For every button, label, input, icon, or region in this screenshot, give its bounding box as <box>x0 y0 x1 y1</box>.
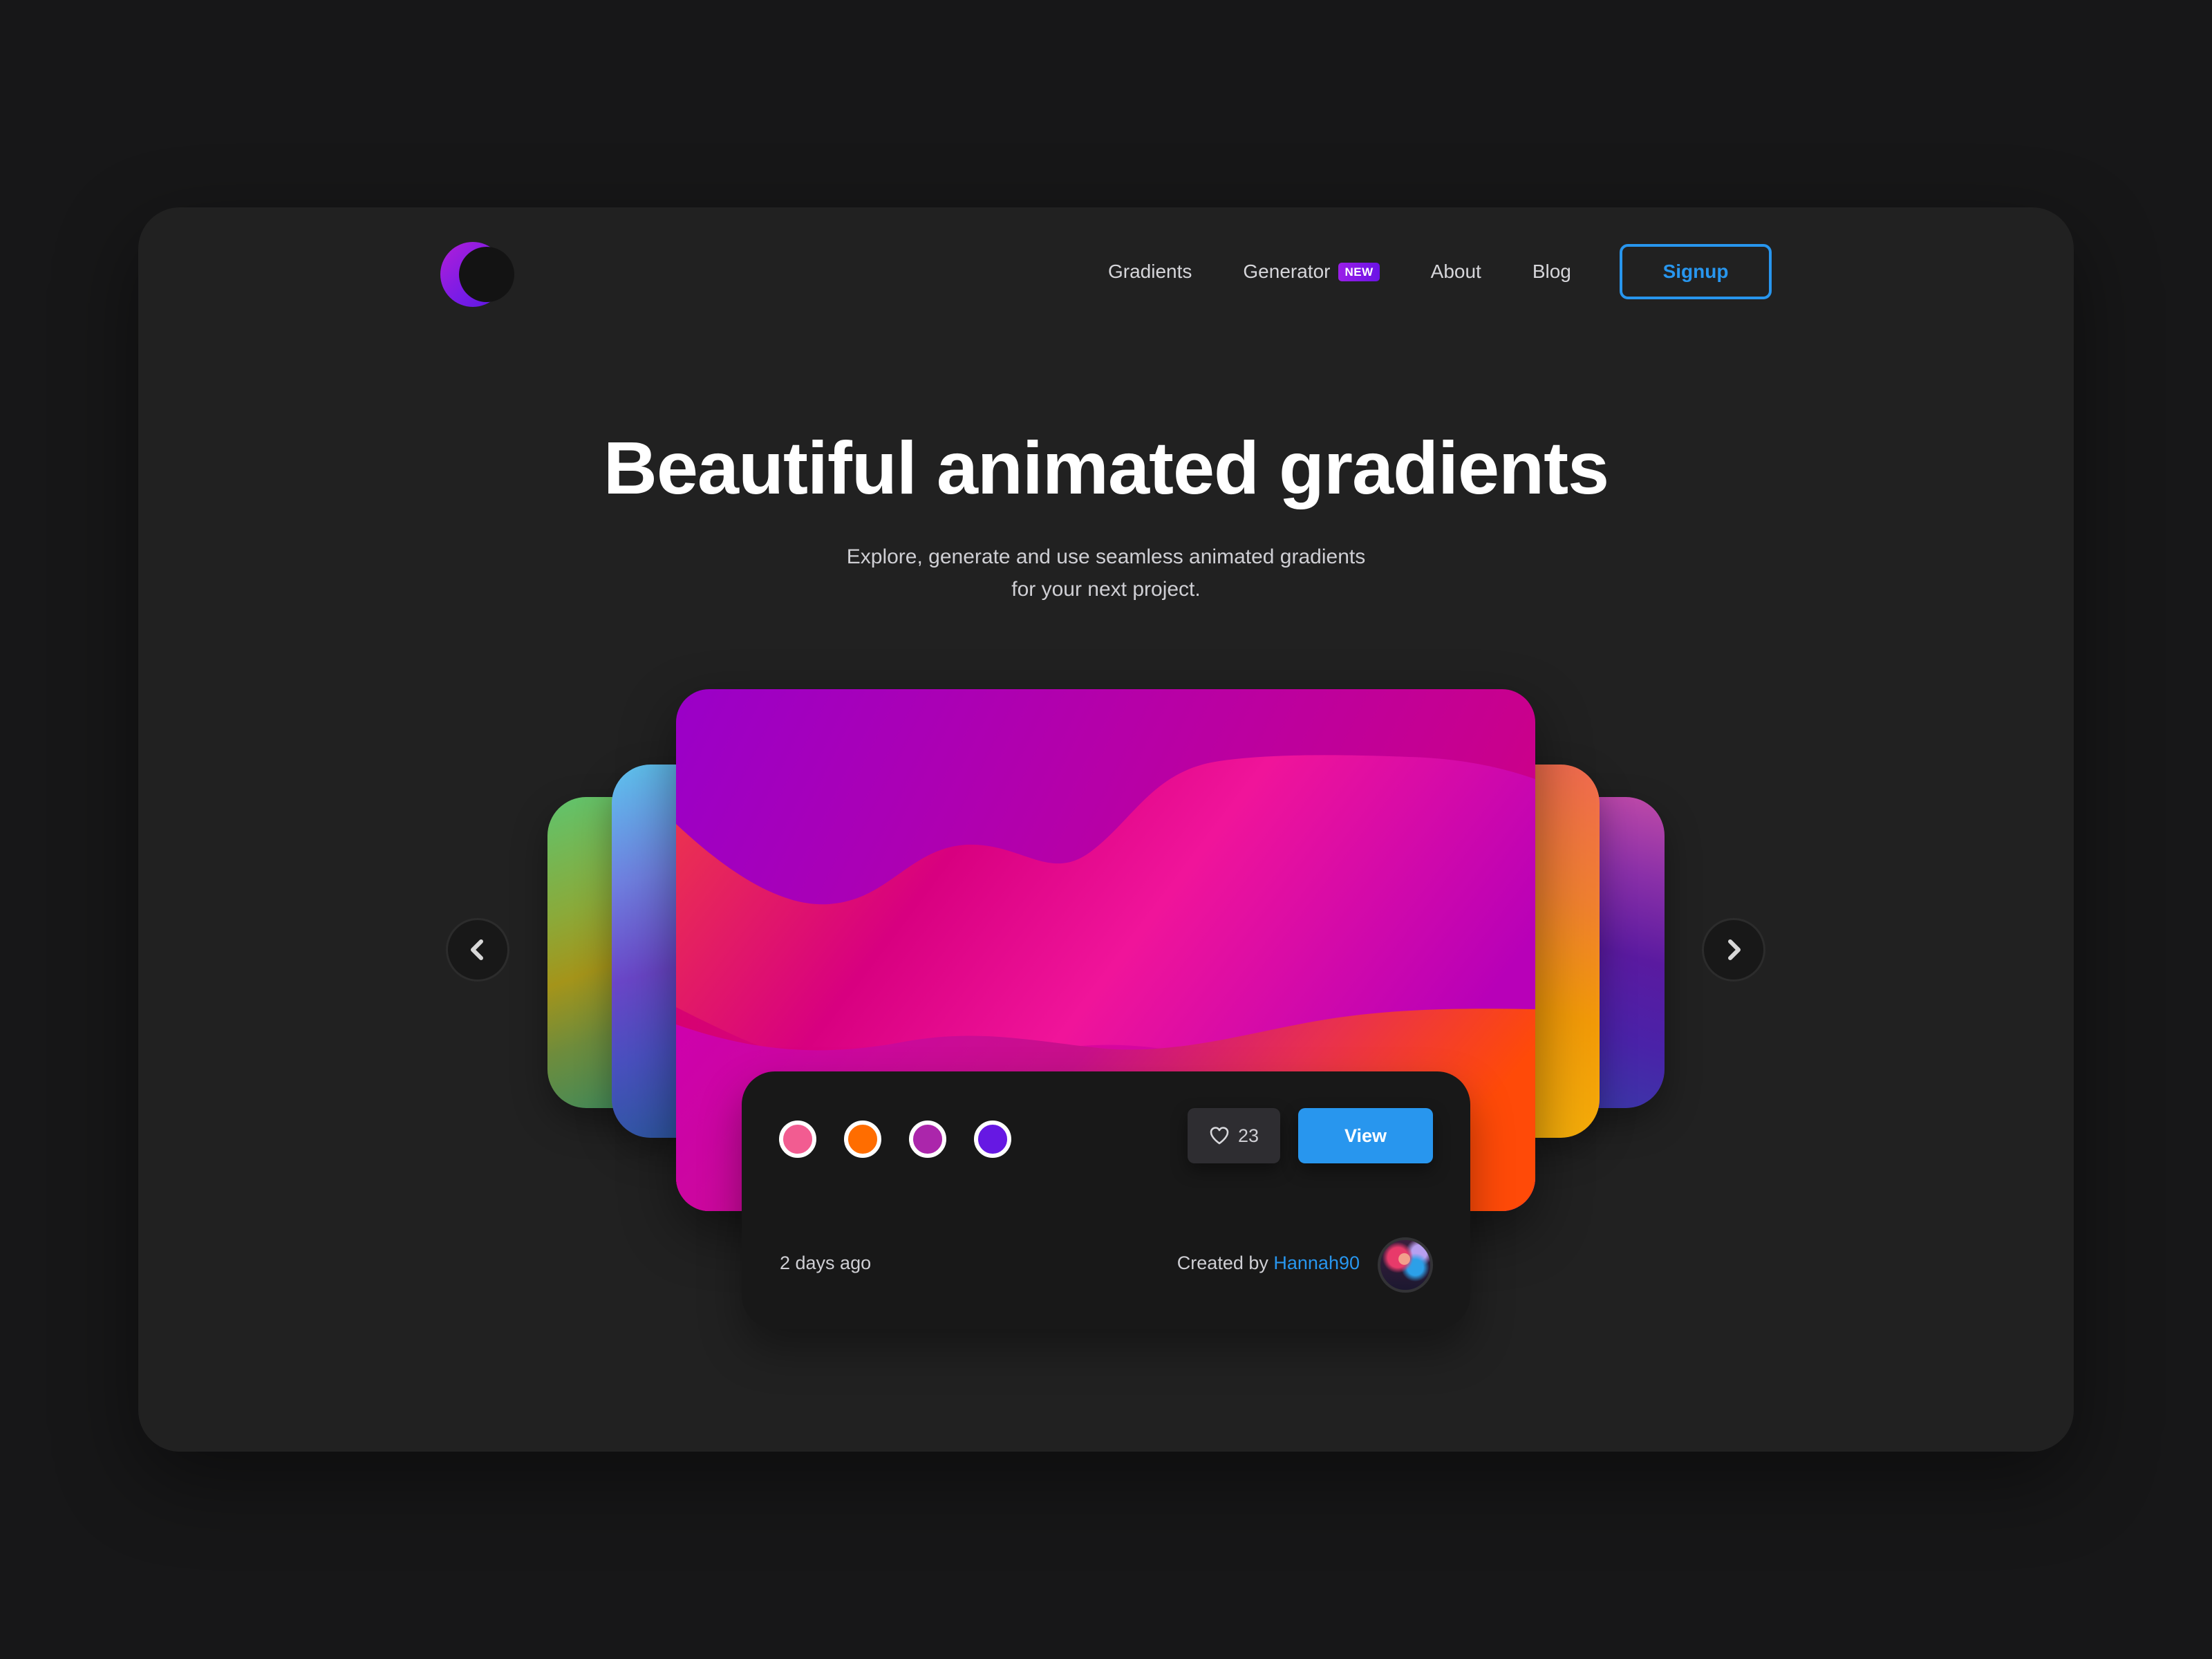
color-swatch[interactable] <box>779 1121 816 1158</box>
gradient-info-card: 23 View 2 days ago Created by Hannah90 <box>742 1071 1470 1329</box>
nav-item-label: Generator <box>1243 261 1331 282</box>
heart-icon <box>1210 1127 1229 1145</box>
like-button[interactable]: 23 <box>1188 1108 1280 1163</box>
view-button[interactable]: View <box>1298 1108 1433 1163</box>
logo[interactable] <box>440 242 516 307</box>
created-by-label: Created by <box>1177 1253 1274 1273</box>
chevron-left-icon <box>471 939 483 960</box>
nav-item-label: About <box>1430 261 1481 282</box>
nav-item-label: Gradients <box>1108 261 1192 282</box>
color-palette <box>779 1121 1039 1158</box>
color-swatch[interactable] <box>909 1121 946 1158</box>
like-count: 23 <box>1237 1125 1259 1146</box>
color-swatch[interactable] <box>974 1121 1011 1158</box>
creator-credit: Created by Hannah90 <box>1177 1253 1360 1274</box>
hero-subtitle: Explore, generate and use seamless anima… <box>0 541 2212 606</box>
chevron-right-icon <box>1728 939 1741 960</box>
nav-item-about[interactable]: About <box>1431 261 1481 283</box>
signup-button[interactable]: Signup <box>1620 244 1772 299</box>
creator-link[interactable]: Hannah90 <box>1273 1253 1360 1273</box>
nav-item-label: Blog <box>1532 261 1571 282</box>
hero-title: Beautiful animated gradients <box>603 426 1609 509</box>
main-nav: Gradients Generator NEW About Blog <box>1108 244 1571 299</box>
hero-subtitle-line-1: Explore, generate and use seamless anima… <box>846 545 1366 568</box>
color-swatch[interactable] <box>844 1121 881 1158</box>
nav-item-blog[interactable]: Blog <box>1533 261 1571 283</box>
created-timestamp: 2 days ago <box>780 1253 872 1273</box>
carousel-next-button[interactable] <box>1702 918 1765 982</box>
creator-avatar[interactable] <box>1378 1237 1433 1293</box>
new-badge: NEW <box>1338 262 1380 281</box>
hero-subtitle-line-2: for your next project. <box>1011 578 1201 601</box>
carousel-prev-button[interactable] <box>446 918 509 982</box>
nav-item-gradients[interactable]: Gradients <box>1108 261 1192 283</box>
nav-item-generator[interactable]: Generator NEW <box>1243 261 1380 283</box>
logo-shadow-disc <box>459 247 514 302</box>
